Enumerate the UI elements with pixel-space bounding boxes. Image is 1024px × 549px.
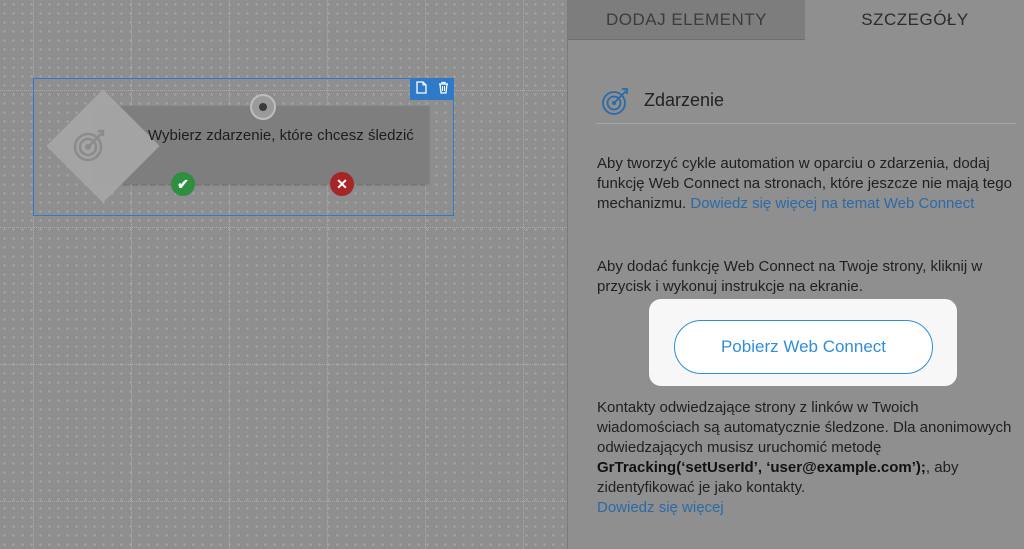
node-description: Wybierz zdarzenie, które chcesz śledzić [148, 127, 414, 144]
check-icon: ✔ [177, 175, 189, 192]
grid-line [0, 364, 567, 365]
tracking-code: GrTracking(‘setUserId’, ‘user@example.co… [597, 459, 926, 476]
info-paragraph-3: Kontakty odwiedzające strony z linków w … [597, 398, 1017, 518]
section-header: Zdarzenie [596, 78, 1016, 124]
get-web-connect-button[interactable]: Pobierz Web Connect [674, 320, 933, 374]
learn-more-web-connect-link[interactable]: Dowiedz się więcej na temat Web Connect [690, 195, 974, 212]
details-panel: DODAJ ELEMENTY SZCZEGÓŁY Zdarzenie Aby t… [567, 0, 1024, 549]
target-icon [73, 129, 105, 162]
node-toolbar [410, 78, 454, 100]
trash-icon[interactable] [438, 81, 449, 97]
yes-branch-connector[interactable]: ✔ [171, 172, 195, 196]
copy-icon[interactable] [415, 81, 427, 97]
learn-more-link[interactable]: Dowiedz się więcej [597, 499, 724, 516]
paragraph-text: Kontakty odwiedzające strony z linków w … [597, 399, 1012, 456]
section-title: Zdarzenie [644, 90, 725, 110]
info-paragraph-1: Aby tworzyć cykle automation w oparciu o… [597, 154, 1017, 214]
node-input-connector[interactable] [250, 94, 276, 120]
close-icon: ✕ [336, 175, 348, 192]
tab-details[interactable]: SZCZEGÓŁY [805, 0, 1024, 40]
workflow-canvas[interactable]: Wybierz zdarzenie, które chcesz śledzić … [0, 0, 567, 549]
no-branch-connector[interactable]: ✕ [330, 172, 354, 196]
panel-tabs: DODAJ ELEMENTY SZCZEGÓŁY [568, 0, 1024, 40]
grid-line [523, 0, 524, 549]
target-icon [602, 87, 628, 115]
info-paragraph-2: Aby dodać funkcję Web Connect na Twoje s… [597, 258, 983, 295]
tab-add-elements[interactable]: DODAJ ELEMENTY [568, 0, 805, 40]
grid-line [0, 501, 567, 502]
grid-line [0, 227, 567, 228]
